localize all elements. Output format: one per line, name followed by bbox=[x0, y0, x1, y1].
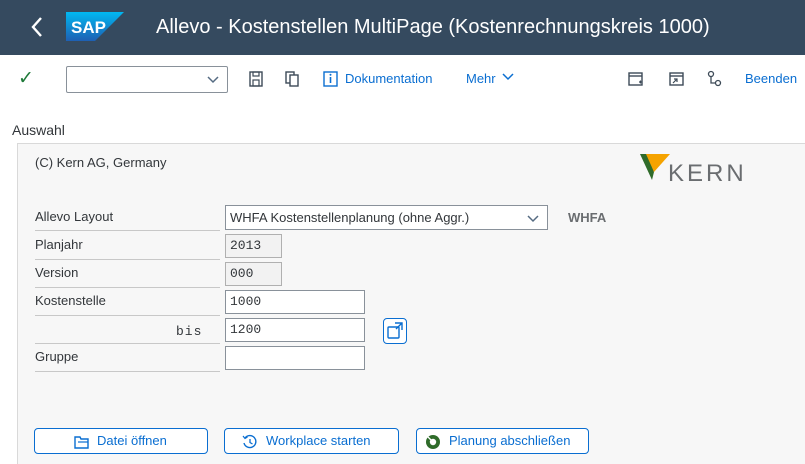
copy-icon[interactable] bbox=[283, 69, 301, 89]
multiple-selection-button[interactable] bbox=[383, 318, 407, 344]
layout-select-value: WHFA Kostenstellenplanung (ohne Aggr.) bbox=[230, 210, 470, 225]
shell-header: SAP Allevo - Kostenstellen MultiPage (Ko… bbox=[0, 0, 805, 55]
chevron-down-icon bbox=[207, 76, 219, 84]
group-field[interactable] bbox=[225, 346, 365, 370]
more-menu-button[interactable]: Mehr bbox=[466, 69, 515, 89]
start-workplace-label: Workplace starten bbox=[266, 433, 371, 448]
version-label: Version bbox=[35, 265, 79, 280]
svg-text:SAP: SAP bbox=[71, 18, 106, 37]
command-field[interactable] bbox=[66, 66, 228, 93]
row-divider bbox=[35, 371, 220, 372]
costcenter-label: Kostenstelle bbox=[35, 293, 106, 308]
exit-button[interactable]: Beenden bbox=[745, 69, 797, 89]
toolbar: ✓ Dokumentation Mehr Beenden bbox=[0, 55, 805, 105]
row-divider bbox=[35, 287, 220, 288]
new-window-icon[interactable] bbox=[668, 69, 686, 89]
planning-status-icon bbox=[426, 435, 440, 449]
sap-logo: SAP bbox=[66, 12, 124, 41]
bis-label: bis bbox=[176, 324, 203, 339]
layout-label: Allevo Layout bbox=[35, 209, 114, 224]
create-session-icon[interactable] bbox=[627, 69, 645, 89]
version-field: 000 bbox=[225, 262, 282, 286]
copyright-text: (C) Kern AG, Germany bbox=[35, 155, 167, 170]
hierarchy-icon[interactable] bbox=[706, 69, 724, 89]
costcenter-to-field[interactable]: 1200 bbox=[225, 318, 365, 342]
layout-select[interactable]: WHFA Kostenstellenplanung (ohne Aggr.) bbox=[225, 205, 548, 230]
info-icon[interactable] bbox=[322, 69, 340, 89]
start-workplace-button[interactable]: Workplace starten bbox=[224, 428, 399, 454]
enter-checkmark-icon[interactable]: ✓ bbox=[18, 67, 34, 91]
more-label: Mehr bbox=[466, 71, 496, 86]
documentation-button[interactable]: Dokumentation bbox=[345, 69, 432, 89]
chevron-down-icon bbox=[502, 73, 514, 81]
open-file-label: Datei öffnen bbox=[97, 433, 167, 448]
open-folder-icon bbox=[74, 436, 89, 449]
close-planning-label: Planung abschließen bbox=[449, 433, 571, 448]
row-divider bbox=[35, 315, 220, 316]
selection-panel bbox=[17, 143, 805, 464]
row-divider bbox=[35, 343, 220, 344]
back-button[interactable] bbox=[22, 10, 52, 44]
history-clock-icon bbox=[242, 434, 257, 449]
costcenter-from-field[interactable]: 1000 bbox=[225, 290, 365, 314]
kern-logo: KERN bbox=[640, 154, 747, 186]
row-divider bbox=[35, 259, 220, 260]
svg-text:KERN: KERN bbox=[668, 160, 747, 186]
section-title: Auswahl bbox=[12, 122, 65, 138]
layout-code: WHFA bbox=[568, 210, 607, 225]
open-file-button[interactable]: Datei öffnen bbox=[34, 428, 208, 454]
year-field: 2013 bbox=[225, 234, 282, 258]
year-label: Planjahr bbox=[35, 237, 83, 252]
multiple-selection-icon bbox=[387, 322, 403, 339]
save-icon[interactable] bbox=[247, 69, 265, 89]
group-label: Gruppe bbox=[35, 349, 79, 364]
close-planning-button[interactable]: Planung abschließen bbox=[416, 428, 589, 454]
row-divider bbox=[35, 230, 220, 231]
chevron-left-icon bbox=[31, 17, 42, 37]
app-title: Allevo - Kostenstellen MultiPage (Kosten… bbox=[156, 16, 710, 38]
chevron-down-icon bbox=[527, 215, 539, 223]
